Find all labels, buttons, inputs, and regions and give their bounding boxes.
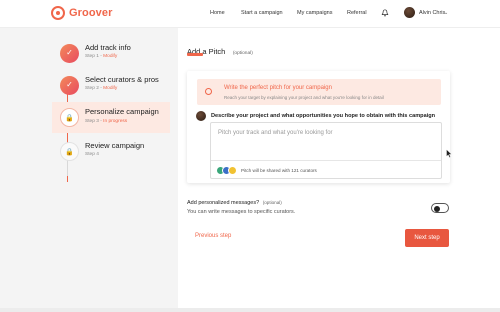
personalized-messages-subtitle: You can write messages to specific curat…: [187, 209, 296, 215]
main-content: Add a Pitch (optional) Write the perfect…: [178, 28, 500, 312]
modify-link[interactable]: Modify: [103, 54, 117, 59]
pitch-question: Describe your project and what opportuni…: [211, 113, 436, 119]
step-subtitle: Step 1 - Modify: [85, 54, 117, 59]
horizontal-scrollbar[interactable]: [0, 308, 500, 312]
step-locked-badge: 🔒: [60, 142, 79, 161]
lock-icon: 🔒: [65, 149, 74, 156]
step-number: Step 2: [85, 86, 99, 91]
shared-count-text: Pitch will be shared with 121 curators: [241, 168, 317, 173]
nav-my-campaigns[interactable]: My campaigns: [297, 10, 332, 16]
nav-referral[interactable]: Referral: [347, 10, 367, 16]
step-title: Personalize campaign: [85, 107, 159, 116]
step-add-track-info[interactable]: ✓ Add track info Step 1 - Modify: [52, 40, 170, 68]
personalized-messages-title: Add personalized messages? (optional): [187, 200, 282, 206]
modify-link[interactable]: Modify: [103, 86, 117, 91]
target-icon: [205, 88, 212, 95]
next-step-button[interactable]: Next step: [405, 229, 449, 247]
brand-name: Groover: [69, 7, 113, 19]
check-icon: ✓: [66, 48, 73, 57]
step-active-badge: 🔒: [60, 108, 79, 127]
optional-tag: (optional): [262, 200, 282, 205]
pitch-tip-banner: Write the perfect pitch for your campaig…: [197, 79, 441, 105]
lock-icon: 🔒: [65, 115, 74, 122]
pitch-placeholder: Pitch your track and what you're looking…: [218, 130, 333, 136]
tip-subtitle: Reach your target by explaining your pro…: [224, 95, 384, 100]
step-title: Select curators & pros: [85, 75, 159, 84]
groover-logo[interactable]: Groover: [51, 6, 113, 20]
groover-logo-icon: [51, 6, 65, 20]
optional-tag: (optional): [232, 51, 253, 56]
step-number: Step 1: [85, 54, 99, 59]
pitch-card: Write the perfect pitch for your campaig…: [187, 71, 450, 183]
step-subtitle: Step 4: [85, 152, 99, 157]
nav-home[interactable]: Home: [210, 10, 225, 16]
user-avatar: [196, 111, 206, 121]
user-name[interactable]: Alvin Chris: [419, 10, 445, 16]
divider: [211, 160, 441, 161]
page-title-row: Add a Pitch (optional): [187, 41, 253, 59]
previous-step-button[interactable]: Previous step: [195, 233, 231, 239]
step-select-curators[interactable]: ✓ Select curators & pros Step 2 - Modify: [52, 72, 170, 100]
step-title: Add track info: [85, 43, 131, 52]
check-icon: ✓: [66, 80, 73, 89]
top-navbar: Groover Home Start a campaign My campaig…: [0, 0, 500, 28]
mouse-cursor-icon: [446, 149, 453, 158]
step-personalize-campaign[interactable]: 🔒 Personalize campaign Step 3 - In progr…: [52, 102, 170, 133]
step-subtitle: Step 3 - In progress: [85, 119, 127, 124]
personalized-label: Add personalized messages?: [187, 200, 260, 206]
step-done-badge: ✓: [60, 76, 79, 95]
step-subtitle: Step 2 - Modify: [85, 86, 117, 91]
campaign-stepper: ✓ Add track info Step 1 - Modify ✓ Selec…: [0, 28, 178, 312]
tip-title: Write the perfect pitch for your campaig…: [224, 85, 332, 91]
step-review-campaign[interactable]: 🔒 Review campaign Step 4: [52, 138, 170, 166]
personalized-messages-toggle[interactable]: [431, 203, 449, 213]
title-underline: [187, 53, 203, 56]
pitch-textarea[interactable]: Pitch your track and what you're looking…: [210, 122, 442, 179]
curator-avatars: [216, 166, 242, 176]
step-done-badge: ✓: [60, 44, 79, 63]
toggle-knob: [434, 205, 440, 212]
step-number: Step 4: [85, 152, 99, 157]
chevron-down-icon[interactable]: ⌄: [444, 10, 448, 16]
step-title: Review campaign: [85, 141, 145, 150]
curator-avatar: [228, 166, 237, 175]
in-progress-label: In progress: [103, 119, 128, 124]
user-avatar[interactable]: [404, 7, 415, 18]
step-number: Step 3: [85, 119, 99, 124]
nav-start-campaign[interactable]: Start a campaign: [241, 10, 283, 16]
bell-icon[interactable]: [381, 9, 389, 17]
